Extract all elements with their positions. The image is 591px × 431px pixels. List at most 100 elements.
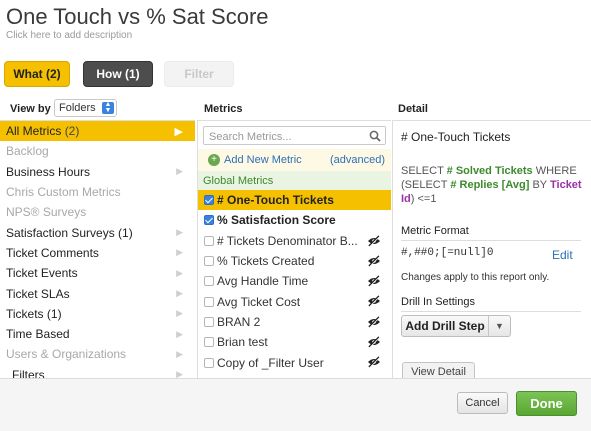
folder-label: Time Based	[6, 327, 70, 342]
metric-item[interactable]: % Tickets Created	[198, 251, 391, 271]
folder-item[interactable]: Satisfaction Surveys (1) ▶	[0, 222, 195, 242]
folder-item[interactable]: Backlog	[0, 141, 195, 161]
chevron-right-icon: ▶	[176, 348, 183, 359]
metric-item[interactable]: # Tickets Denominator B...	[198, 231, 391, 251]
folder-item[interactable]: All Metrics (2) ▶	[0, 121, 195, 142]
hidden-eye-icon[interactable]	[367, 275, 381, 290]
sql-tail: ) <=1	[410, 193, 437, 205]
chevron-right-icon: ▶	[176, 247, 183, 258]
sql-keyword: SELECT	[401, 165, 444, 177]
folder-label: NPS® Surveys	[6, 205, 87, 220]
folder-item[interactable]: Chris Custom Metrics	[0, 182, 195, 202]
checkbox[interactable]	[204, 215, 214, 226]
hidden-eye-icon[interactable]	[367, 356, 381, 371]
folder-item[interactable]: Ticket Comments ▶	[0, 243, 195, 263]
hidden-eye-icon[interactable]	[367, 295, 381, 310]
tab-what[interactable]: What (2)	[4, 61, 70, 87]
metric-label: % Tickets Created	[217, 254, 315, 269]
folder-item[interactable]: NPS® Surveys	[0, 202, 195, 222]
metric-label: # Tickets Denominator B...	[217, 233, 358, 248]
folder-label: Ticket Comments	[6, 245, 99, 260]
advanced-link[interactable]: (advanced)	[330, 154, 385, 166]
metric-item[interactable]: % Satisfaction Score	[198, 210, 391, 230]
metric-label: Avg Ticket Cost	[217, 294, 301, 309]
hidden-eye-icon[interactable]	[367, 255, 381, 270]
page-title: One Touch vs % Sat Score	[6, 4, 269, 29]
metric-format-value: #,##0;[=null]0	[401, 247, 494, 259]
metric-item[interactable]: # One-Touch Tickets	[198, 190, 391, 211]
chevron-right-icon: ▶	[176, 288, 183, 299]
hidden-eye-icon[interactable]	[367, 235, 381, 250]
divider	[401, 240, 581, 241]
dialog-footer: Cancel Done	[0, 378, 591, 431]
metric-item[interactable]: Brian test	[198, 332, 391, 352]
folder-count: (2)	[64, 124, 80, 139]
metric-search	[203, 126, 386, 147]
add-drill-step-button[interactable]: Add Drill Step ▼	[401, 315, 511, 337]
folder-label: Filters	[12, 367, 45, 378]
metric-label: Avg Handle Time	[217, 274, 309, 289]
folder-item[interactable]: Filters ▶	[0, 365, 195, 378]
detail-panel: # One-Touch Tickets SELECT # Solved Tick…	[392, 120, 591, 378]
detail-metric-name: # One-Touch Tickets	[401, 130, 511, 144]
sql-keyword: BY	[532, 179, 547, 191]
folder-item[interactable]: Business Hours ▶	[0, 162, 195, 182]
folder-label: All Metrics	[6, 124, 62, 139]
sql-keyword: (SELECT	[401, 179, 448, 191]
chevron-right-icon: ▶	[174, 125, 183, 138]
folder-label: Chris Custom Metrics	[6, 185, 121, 200]
folder-label: Business Hours	[6, 164, 91, 179]
metric-label: % Satisfaction Score	[217, 213, 336, 228]
chevron-down-icon[interactable]: ▼	[489, 321, 510, 331]
metrics-heading: Metrics	[204, 103, 243, 115]
chevron-right-icon: ▶	[176, 328, 183, 339]
metric-label: Copy of _Filter User	[217, 355, 324, 370]
metric-group-header: Global Metrics	[198, 171, 391, 190]
folder-list: All Metrics (2) ▶ Backlog Business Hours…	[0, 120, 195, 378]
sql-metric-ref: # Replies [Avg]	[450, 179, 530, 191]
view-detail-button[interactable]: View Detail	[402, 362, 475, 378]
done-button[interactable]: Done	[516, 391, 577, 416]
metric-item[interactable]: Copy of _Filter User	[198, 352, 391, 372]
folder-label: Satisfaction Surveys (1)	[6, 225, 133, 240]
drill-in-heading: Drill In Settings	[401, 296, 475, 308]
drill-button-label: Add Drill Step	[405, 319, 485, 333]
metric-item[interactable]: Avg Handle Time	[198, 271, 391, 291]
metrics-panel: + Add New Metric (advanced) Global Metri…	[197, 120, 391, 378]
tab-filter[interactable]: Filter	[164, 61, 234, 87]
checkbox[interactable]	[204, 337, 214, 348]
folder-label: Users & Organizations	[6, 347, 127, 362]
cancel-button[interactable]: Cancel	[457, 392, 508, 414]
add-new-metric-link[interactable]: Add New Metric	[224, 154, 302, 166]
checkbox[interactable]	[204, 316, 214, 327]
checkbox[interactable]	[204, 235, 214, 246]
detail-heading: Detail	[398, 103, 428, 115]
checkbox[interactable]	[204, 195, 214, 206]
search-input[interactable]	[204, 128, 385, 146]
tab-how[interactable]: How (1)	[83, 61, 153, 87]
view-by-select[interactable]: Folders ▲ ▼	[54, 99, 117, 117]
metric-label: # One-Touch Tickets	[217, 193, 334, 208]
folder-item[interactable]: Ticket SLAs ▶	[0, 283, 195, 303]
search-icon[interactable]	[369, 129, 381, 147]
hidden-eye-icon[interactable]	[367, 336, 381, 351]
view-by-label: View by	[10, 103, 51, 115]
metric-sql: SELECT # Solved Tickets WHERE (SELECT # …	[401, 164, 591, 206]
edit-format-link[interactable]: Edit	[552, 248, 573, 262]
checkbox[interactable]	[204, 357, 214, 368]
metric-item[interactable]: BRAN 2	[198, 312, 391, 332]
hidden-eye-icon[interactable]	[367, 316, 381, 331]
folder-item[interactable]: Users & Organizations ▶	[0, 344, 195, 364]
folder-label: Backlog	[6, 144, 49, 159]
checkbox[interactable]	[204, 256, 214, 267]
folder-item[interactable]: Tickets (1) ▶	[0, 304, 195, 324]
chevron-right-icon: ▶	[176, 227, 183, 238]
folder-item[interactable]: Ticket Events ▶	[0, 263, 195, 283]
metric-item[interactable]: Avg Ticket Cost	[198, 291, 391, 311]
checkbox[interactable]	[204, 276, 214, 287]
checkbox[interactable]	[204, 296, 214, 307]
description-placeholder[interactable]: Click here to add description	[6, 30, 132, 41]
select-chevron-icon: ▲ ▼	[102, 101, 114, 114]
folder-item[interactable]: Time Based ▶	[0, 324, 195, 344]
add-icon: +	[208, 154, 220, 166]
